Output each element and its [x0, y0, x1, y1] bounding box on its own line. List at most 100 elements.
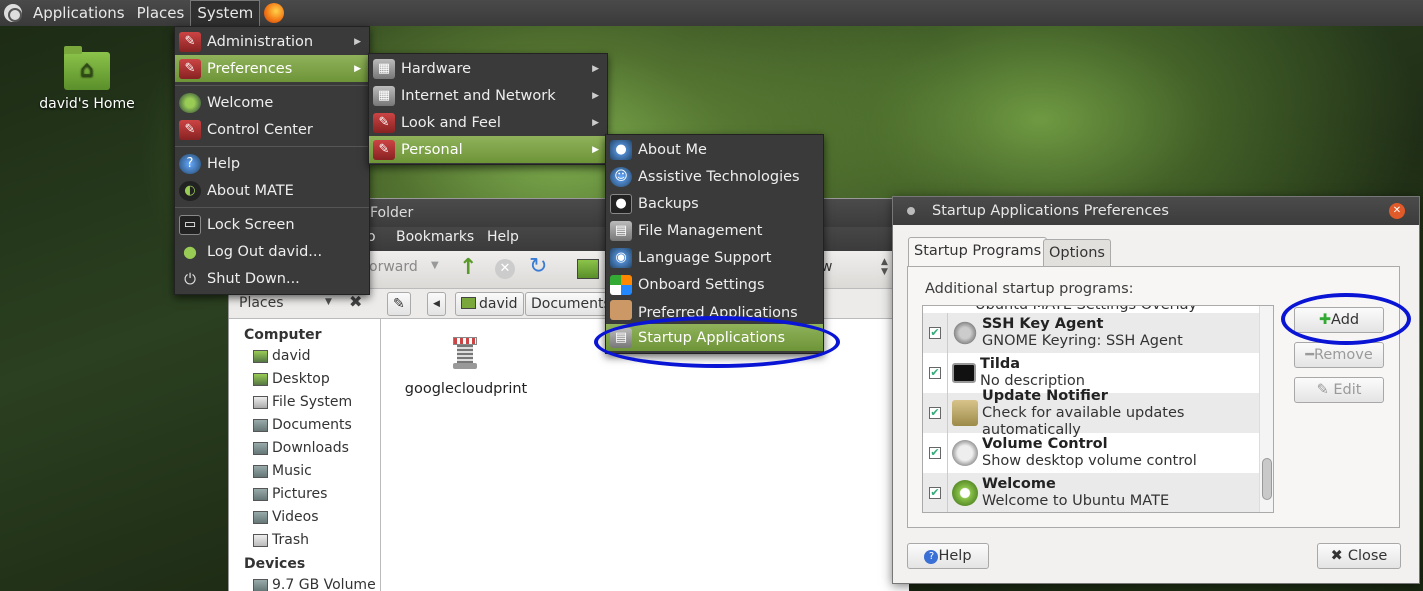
- annotation-circle-startup: [594, 316, 840, 368]
- sidebar-title: Places: [239, 295, 284, 311]
- menu-item-assistive-tech[interactable]: ☺ Assistive Technologies: [606, 163, 823, 190]
- chevron-right-icon: ▶: [592, 63, 599, 74]
- sidebar-item-documents[interactable]: Documents: [229, 414, 380, 437]
- dialog-titlebar[interactable]: Startup Applications Preferences ✕: [893, 197, 1419, 225]
- menu-item-language-support[interactable]: ◉ Language Support: [606, 244, 823, 271]
- menu-item-label: Backups: [638, 195, 699, 212]
- menu-item-backups[interactable]: ● Backups: [606, 190, 823, 217]
- row-checkbox[interactable]: ✔: [929, 447, 941, 459]
- window-menu-icon[interactable]: [907, 207, 915, 215]
- sidebar-item-volume[interactable]: 9.7 GB Volume: [229, 574, 380, 591]
- chevron-down-icon[interactable]: ▼: [431, 260, 439, 271]
- menu-item-control-center[interactable]: ✎ Control Center: [175, 116, 369, 143]
- close-icon[interactable]: ✕: [1389, 203, 1405, 219]
- sidebar-item-trash[interactable]: Trash: [229, 529, 380, 552]
- menu-item-file-management[interactable]: ▤ File Management: [606, 217, 823, 244]
- scrollbar-thumb[interactable]: [1262, 458, 1272, 500]
- chevron-right-icon: ▶: [354, 63, 361, 74]
- row-checkbox[interactable]: ✔: [929, 327, 941, 339]
- menu-item-onboard-settings[interactable]: Onboard Settings: [606, 271, 823, 298]
- home-icon[interactable]: [577, 259, 599, 279]
- stop-icon[interactable]: ✕: [495, 259, 515, 279]
- menu-bookmarks[interactable]: Bookmarks: [396, 229, 474, 245]
- list-item[interactable]: ✔ Volume Control Show desktop volume cont…: [923, 433, 1273, 473]
- language-icon: ◉: [610, 247, 632, 268]
- sidebar-item-desktop[interactable]: Desktop: [229, 368, 380, 391]
- list-item[interactable]: ✔ SSH Key Agent GNOME Keyring: SSH Agent: [923, 313, 1273, 353]
- menu-item-administration[interactable]: ✎ Administration ▶: [175, 28, 369, 55]
- menu-item-internet-network[interactable]: ▦ Internet and Network ▶: [369, 82, 607, 109]
- onboard-icon: [610, 274, 632, 295]
- system-menu[interactable]: System: [190, 0, 261, 26]
- section-label: Additional startup programs:: [925, 281, 1134, 297]
- home-folder-icon: [64, 46, 110, 90]
- sidebar-header-devices: Devices: [244, 556, 306, 572]
- up-arrow-icon[interactable]: ↑: [459, 255, 477, 280]
- menu-help[interactable]: Help: [487, 229, 519, 245]
- help-button[interactable]: ? Help: [907, 543, 989, 569]
- tab-startup-programs[interactable]: Startup Programs: [908, 237, 1048, 267]
- file-label[interactable]: googlecloudprint: [401, 381, 531, 397]
- printer-icon[interactable]: [447, 337, 483, 373]
- power-icon: ⏻: [184, 269, 196, 288]
- annotation-circle-add: [1281, 293, 1411, 345]
- applications-menu[interactable]: Applications: [27, 0, 131, 26]
- sidebar-item-david[interactable]: david: [229, 345, 380, 368]
- menu-item-label: File Management: [638, 222, 763, 239]
- pencil-icon: ✎: [1316, 382, 1334, 398]
- menu-item-about-mate[interactable]: ◐ About MATE: [175, 177, 369, 204]
- sidebar-item-videos[interactable]: Videos: [229, 506, 380, 529]
- sidebar-item-label: Desktop: [272, 371, 330, 387]
- mate-logo-icon[interactable]: [4, 4, 22, 22]
- list-item[interactable]: ✔ Update Notifier Check for available upd…: [923, 388, 1273, 438]
- chevron-right-icon: ▶: [354, 36, 361, 47]
- sidebar-item-music[interactable]: Music: [229, 460, 380, 483]
- list-item[interactable]: ✔ Welcome Welcome to Ubuntu MATE: [923, 473, 1273, 512]
- downloads-folder-icon: [253, 442, 268, 455]
- sidebar-item-label: Documents: [272, 417, 352, 433]
- forward-button[interactable]: orward: [369, 259, 418, 275]
- startup-applications-dialog: Startup Applications Preferences ✕ Start…: [892, 196, 1420, 584]
- file-management-icon: ▤: [610, 220, 632, 241]
- menu-item-label: Preferences: [207, 60, 293, 77]
- list-scrollbar[interactable]: [1259, 306, 1273, 512]
- row-checkbox[interactable]: ✔: [929, 407, 941, 419]
- remove-button[interactable]: ━Remove: [1294, 342, 1384, 368]
- path-back-button[interactable]: ◀: [427, 292, 446, 316]
- sidebar-item-filesystem[interactable]: File System: [229, 391, 380, 414]
- row-checkbox[interactable]: ✔: [929, 367, 941, 379]
- sidebar-dropdown-icon[interactable]: ▼: [325, 297, 332, 307]
- menu-item-hardware[interactable]: ▦ Hardware ▶: [369, 55, 607, 82]
- firefox-icon[interactable]: [264, 3, 285, 23]
- menu-item-lock-screen[interactable]: ▭ Lock Screen: [175, 211, 369, 238]
- menu-item-label: Language Support: [638, 249, 772, 266]
- sidebar-item-label: Trash: [272, 532, 309, 548]
- spin-arrows-icon[interactable]: ▲ ▼: [881, 257, 888, 277]
- sidebar-item-pictures[interactable]: Pictures: [229, 483, 380, 506]
- edit-button[interactable]: ✎ Edit: [1294, 377, 1384, 403]
- network-icon: ▦: [373, 85, 395, 106]
- reload-icon[interactable]: ↻: [529, 254, 547, 279]
- tab-options[interactable]: Options: [1043, 239, 1111, 267]
- accessibility-icon: ☺: [610, 166, 632, 187]
- path-david-button[interactable]: david: [455, 292, 524, 316]
- menu-item-log-out[interactable]: ● Log Out david...: [175, 238, 369, 265]
- close-button[interactable]: ✖ Close: [1317, 543, 1401, 569]
- menu-item-preferences[interactable]: ✎ Preferences ▶: [175, 55, 369, 82]
- about-me-icon: ●: [610, 139, 632, 160]
- row-checkbox[interactable]: ✔: [929, 487, 941, 499]
- menu-separator: [175, 207, 369, 208]
- edit-location-button[interactable]: ✎: [387, 292, 411, 316]
- places-menu[interactable]: Places: [131, 0, 191, 26]
- menu-item-look-feel[interactable]: ✎ Look and Feel ▶: [369, 109, 607, 136]
- update-box-icon: [952, 400, 978, 426]
- menu-item-about-me[interactable]: ● About Me: [606, 136, 823, 163]
- menu-item-welcome[interactable]: Welcome: [175, 89, 369, 116]
- menu-item-shut-down[interactable]: ⏻ Shut Down...: [175, 265, 369, 292]
- menu-item-personal[interactable]: ✎ Personal ▶: [369, 136, 607, 163]
- sidebar-item-downloads[interactable]: Downloads: [229, 437, 380, 460]
- menu-item-help[interactable]: ? Help: [175, 150, 369, 177]
- desktop-home-icon[interactable]: david's Home: [32, 46, 142, 112]
- path-documents-button[interactable]: Documents: [525, 292, 617, 316]
- places-sidebar: Computer david Desktop File System Docum…: [229, 319, 381, 591]
